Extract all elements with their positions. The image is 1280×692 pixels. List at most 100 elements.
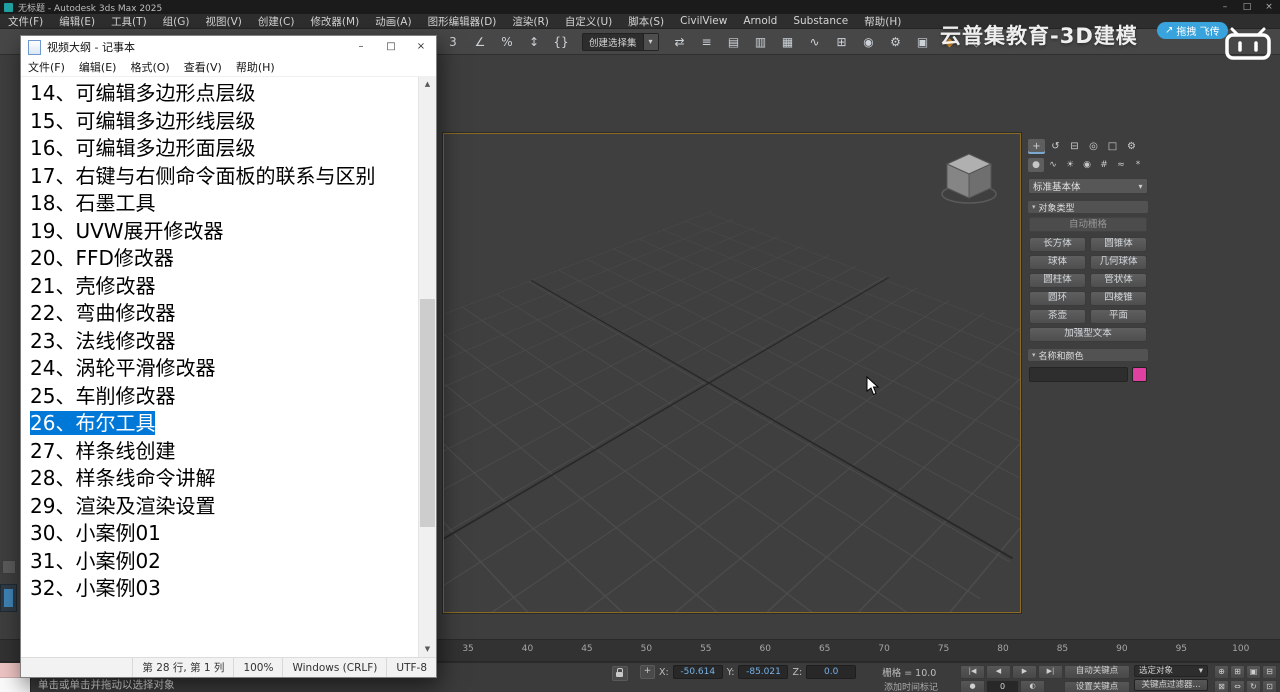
menu-item[interactable]: 帮助(H) <box>856 14 909 29</box>
zoom-icon[interactable]: ⊕ <box>1214 665 1229 679</box>
render-setup-icon[interactable]: ⚙ <box>885 32 907 52</box>
menu-item[interactable]: Substance <box>785 15 856 27</box>
notepad-menu-item[interactable]: 格式(O) <box>123 59 176 75</box>
set-key-button[interactable]: 设置关键点 <box>1064 681 1130 692</box>
percent-snap-icon[interactable]: % <box>496 32 518 52</box>
object-type-button[interactable]: 几何球体 <box>1090 255 1147 270</box>
object-color-swatch[interactable] <box>1132 367 1147 382</box>
curve-editor-icon[interactable]: ∿ <box>804 32 826 52</box>
snaps-toggle-3d-icon[interactable]: 3 <box>442 32 464 52</box>
y-coordinate-field[interactable]: -85.021 <box>738 665 789 679</box>
material-editor-icon[interactable]: ◉ <box>858 32 880 52</box>
scroll-up-icon[interactable]: ▲ <box>419 77 436 92</box>
notepad-menu-item[interactable]: 文件(F) <box>21 59 72 75</box>
notepad-text-area[interactable]: 14、可编辑多边形点层级 15、可编辑多边形线层级 16、可编辑多边形面层级 17、右… <box>21 77 419 657</box>
angle-snap-icon[interactable]: ∠ <box>469 32 491 52</box>
utilities-tab-icon[interactable]: ⚙ <box>1123 139 1140 154</box>
selected-filter-dropdown[interactable]: 选定对象 ▾ <box>1134 665 1208 677</box>
object-type-button[interactable]: 茶壶 <box>1029 309 1086 324</box>
scroll-down-icon[interactable]: ▼ <box>419 642 436 657</box>
spinner-snap-icon[interactable]: ↕ <box>523 32 545 52</box>
left-rail-icon[interactable] <box>2 560 16 574</box>
zoom-extents-icon[interactable]: ▣ <box>1246 665 1261 679</box>
notepad-menu-item[interactable]: 查看(V) <box>177 59 229 75</box>
maximize-button[interactable]: □ <box>376 36 406 58</box>
rendered-frame-window-icon[interactable]: ▣ <box>912 32 934 52</box>
zoom-all-icon[interactable]: ⊞ <box>1230 665 1245 679</box>
menu-item[interactable]: 脚本(S) <box>620 14 672 29</box>
selection-lock-icon[interactable] <box>612 666 628 681</box>
schematic-view-icon[interactable]: ⊞ <box>831 32 853 52</box>
key-mode-toggle-button[interactable]: ● <box>960 680 985 692</box>
minimize-button[interactable]: – <box>346 36 376 58</box>
go-to-start-button[interactable]: |◀ <box>960 665 985 679</box>
geometry-category-icon[interactable]: ● <box>1028 158 1044 172</box>
left-rail-tab[interactable] <box>0 584 17 612</box>
object-type-button[interactable]: 平面 <box>1090 309 1147 324</box>
menu-item[interactable]: 工具(T) <box>103 14 155 29</box>
pan-icon[interactable]: ⇔ <box>1230 680 1245 692</box>
close-button[interactable]: × <box>406 36 436 58</box>
key-filters-button[interactable]: 关键点过滤器... <box>1134 679 1208 691</box>
play-button[interactable]: ▶ <box>1012 665 1037 679</box>
close-button[interactable]: × <box>1258 0 1280 14</box>
menu-item[interactable]: CivilView <box>672 15 735 27</box>
maximize-button[interactable]: □ <box>1236 0 1258 14</box>
notepad-menu-item[interactable]: 帮助(H) <box>229 59 282 75</box>
menu-item[interactable]: 文件(F) <box>0 14 51 29</box>
current-frame-field[interactable]: 0 <box>986 680 1019 692</box>
time-tag[interactable]: 添加时间标记 <box>884 680 938 692</box>
shapes-category-icon[interactable]: ∿ <box>1045 158 1061 172</box>
notepad-titlebar[interactable]: 视频大纲 - 记事本 – □ × <box>21 36 436 58</box>
menu-item[interactable]: 组(G) <box>155 14 198 29</box>
systems-category-icon[interactable]: * <box>1130 158 1146 172</box>
mini-listener-script-row[interactable] <box>0 678 30 692</box>
object-type-button[interactable]: 四棱锥 <box>1090 291 1147 306</box>
chevron-down-icon[interactable]: ▾ <box>1199 666 1203 677</box>
object-type-button[interactable]: 圆环 <box>1029 291 1086 306</box>
mirror-icon[interactable]: ⇄ <box>669 32 691 52</box>
notepad-menu-item[interactable]: 编辑(E) <box>72 59 124 75</box>
object-type-button[interactable]: 圆柱体 <box>1029 273 1086 288</box>
maximize-viewport-icon[interactable]: ⊡ <box>1262 680 1277 692</box>
menu-item[interactable]: 渲染(R) <box>504 14 557 29</box>
ribbon-toggle-icon[interactable]: ▦ <box>777 32 799 52</box>
create-tab-icon[interactable]: + <box>1028 139 1045 154</box>
object-type-button[interactable]: 管状体 <box>1090 273 1147 288</box>
menu-item[interactable]: 图形编辑器(D) <box>420 14 505 29</box>
chevron-down-icon[interactable]: ▾ <box>1134 182 1147 191</box>
scene-explorer-icon[interactable]: ▤ <box>723 32 745 52</box>
perspective-viewport[interactable] <box>443 133 1021 613</box>
auto-key-button[interactable]: 自动关键点 <box>1064 665 1130 679</box>
menu-item[interactable]: 视图(V) <box>198 14 250 29</box>
notepad-scrollbar[interactable]: ▲ ▼ <box>418 77 436 657</box>
zoom-region-icon[interactable]: ⊠ <box>1214 680 1229 692</box>
x-coordinate-field[interactable]: -50.614 <box>672 665 723 679</box>
autogrid-toggle[interactable]: 自动栅格 <box>1029 217 1147 232</box>
time-configuration-button[interactable]: ◐ <box>1020 680 1045 692</box>
scrollbar-thumb[interactable] <box>420 299 435 527</box>
menu-item[interactable]: 修改器(M) <box>302 14 367 29</box>
menu-item[interactable]: 自定义(U) <box>557 14 620 29</box>
align-icon[interactable]: ≡ <box>696 32 718 52</box>
motion-tab-icon[interactable]: ◎ <box>1085 139 1102 154</box>
previous-frame-button[interactable]: ◀ <box>986 665 1011 679</box>
transform-type-in-icon[interactable]: + <box>640 665 655 679</box>
menu-item[interactable]: Arnold <box>735 15 785 27</box>
chevron-down-icon[interactable]: ▾ <box>642 33 658 50</box>
menu-item[interactable]: 动画(A) <box>367 14 419 29</box>
object-type-button[interactable]: 圆锥体 <box>1090 237 1147 252</box>
lights-category-icon[interactable]: ☀ <box>1062 158 1078 172</box>
textplus-button[interactable]: 加强型文本 <box>1029 327 1147 342</box>
orbit-icon[interactable]: ↻ <box>1246 680 1261 692</box>
object-type-button[interactable]: 长方体 <box>1029 237 1086 252</box>
space-warps-category-icon[interactable]: ≈ <box>1113 158 1129 172</box>
object-name-field[interactable] <box>1029 367 1128 382</box>
z-coordinate-field[interactable]: 0.0 <box>806 665 857 679</box>
primitive-type-dropdown[interactable]: 标准基本体 ▾ <box>1028 178 1148 194</box>
name-color-rollout-header[interactable]: ▾ 名称和颜色 <box>1028 349 1148 362</box>
edit-named-selection-sets-icon[interactable]: {} <box>550 32 572 52</box>
upload-pill-button[interactable]: ↗ 拖拽 飞传 <box>1157 22 1228 39</box>
minimize-button[interactable]: – <box>1214 0 1236 14</box>
object-type-rollout-header[interactable]: ▾ 对象类型 <box>1028 201 1148 214</box>
